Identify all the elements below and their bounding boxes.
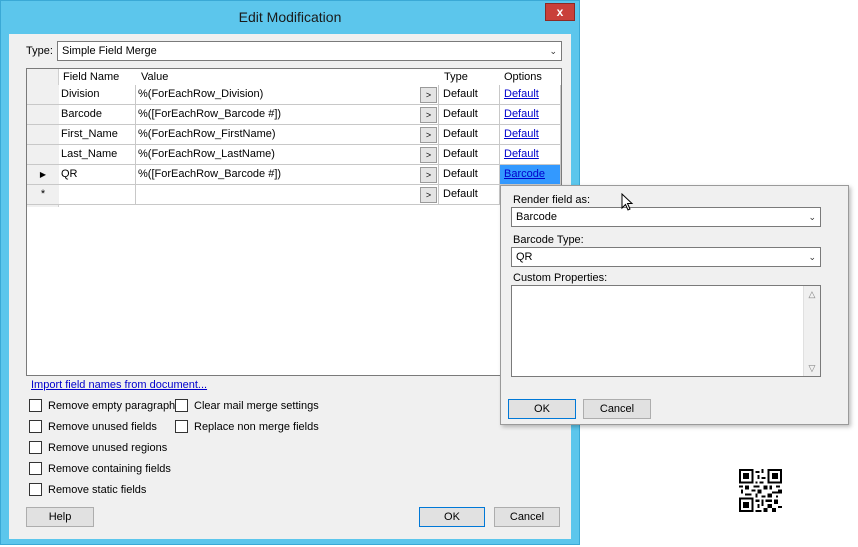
close-icon: x bbox=[556, 5, 564, 19]
current-row-marker-icon: ▶ bbox=[27, 165, 59, 185]
checkbox-box[interactable] bbox=[29, 462, 42, 475]
expand-value-button[interactable]: > bbox=[420, 107, 437, 123]
options-cell-selected[interactable]: Barcode bbox=[500, 165, 561, 185]
render-field-as-select[interactable]: Barcode ⌄ bbox=[511, 207, 821, 227]
type-cell[interactable]: Default bbox=[439, 105, 500, 125]
field-name-cell[interactable]: QR bbox=[59, 165, 136, 185]
type-label: Type: bbox=[26, 45, 53, 57]
checkbox-label: Replace non merge fields bbox=[194, 421, 319, 433]
table-row[interactable]: Last_Name %(ForEachRow_LastName) > Defau… bbox=[27, 145, 561, 165]
barcode-type-select[interactable]: QR ⌄ bbox=[511, 247, 821, 267]
barcode-options-popup: Render field as: Barcode ⌄ Barcode Type:… bbox=[500, 185, 849, 425]
popup-cancel-button[interactable]: Cancel bbox=[583, 399, 651, 419]
barcode-type-label: Barcode Type: bbox=[513, 234, 584, 246]
chevron-down-icon: ⌄ bbox=[808, 252, 816, 262]
vertical-scrollbar[interactable]: △ ▽ bbox=[803, 286, 820, 376]
options-cell[interactable]: Default bbox=[500, 145, 561, 165]
field-name-cell[interactable] bbox=[59, 185, 136, 205]
row-marker bbox=[27, 105, 59, 125]
checkbox-box[interactable] bbox=[29, 483, 42, 496]
help-button[interactable]: Help bbox=[26, 507, 94, 527]
chevron-down-icon: ⌄ bbox=[549, 46, 557, 56]
checkbox-label: Remove containing fields bbox=[48, 463, 171, 475]
field-grid[interactable]: Field Name Value Type Options Division %… bbox=[26, 68, 562, 376]
checkbox-label: Remove empty paragraphs bbox=[48, 400, 181, 412]
chevron-down-icon: ⌄ bbox=[808, 212, 816, 222]
type-select-value: Simple Field Merge bbox=[62, 45, 157, 57]
type-cell[interactable]: Default bbox=[439, 145, 500, 165]
expand-value-button[interactable]: > bbox=[420, 167, 437, 183]
column-header-field-name: Field Name bbox=[63, 71, 120, 83]
type-cell[interactable]: Default bbox=[439, 165, 500, 185]
table-row[interactable]: ▶ QR %([ForEachRow_Barcode #]) > Default… bbox=[27, 165, 561, 185]
field-name-cell[interactable]: First_Name bbox=[59, 125, 136, 145]
close-button[interactable]: x bbox=[545, 3, 575, 21]
row-marker bbox=[27, 125, 59, 145]
barcode-type-value: QR bbox=[516, 251, 533, 263]
row-marker bbox=[27, 85, 59, 105]
options-link[interactable]: Barcode bbox=[504, 168, 545, 180]
table-row[interactable]: First_Name %(ForEachRow_FirstName) > Def… bbox=[27, 125, 561, 145]
options-cell[interactable]: Default bbox=[500, 125, 561, 145]
import-field-names-link[interactable]: Import field names from document... bbox=[31, 379, 207, 391]
checkbox-box[interactable] bbox=[175, 399, 188, 412]
options-link[interactable]: Default bbox=[504, 88, 539, 100]
checkbox-label: Remove static fields bbox=[48, 484, 147, 496]
checkbox-box[interactable] bbox=[29, 399, 42, 412]
popup-ok-button[interactable]: OK bbox=[508, 399, 576, 419]
scroll-down-icon[interactable]: ▽ bbox=[804, 360, 820, 376]
table-row[interactable]: Barcode %([ForEachRow_Barcode #]) > Defa… bbox=[27, 105, 561, 125]
column-header-options: Options bbox=[504, 71, 542, 83]
type-select[interactable]: Simple Field Merge ⌄ bbox=[57, 41, 562, 61]
field-name-cell[interactable]: Barcode bbox=[59, 105, 136, 125]
value-cell[interactable]: %(ForEachRow_FirstName) bbox=[136, 125, 439, 145]
value-cell[interactable]: %(ForEachRow_Division) bbox=[136, 85, 439, 105]
render-field-as-label: Render field as: bbox=[513, 194, 591, 206]
expand-value-button[interactable]: > bbox=[420, 87, 437, 103]
type-cell[interactable]: Default bbox=[439, 85, 500, 105]
column-header-type: Type bbox=[444, 71, 468, 83]
cancel-button[interactable]: Cancel bbox=[494, 507, 560, 527]
checkbox-box[interactable] bbox=[175, 420, 188, 433]
mouse-cursor-icon bbox=[621, 193, 634, 211]
checkbox-box[interactable] bbox=[29, 441, 42, 454]
field-name-cell[interactable]: Division bbox=[59, 85, 136, 105]
window-title: Edit Modification bbox=[238, 9, 342, 25]
options-cell[interactable]: Default bbox=[500, 105, 561, 125]
new-row-marker-icon: * bbox=[27, 185, 59, 205]
new-row[interactable]: * > Default bbox=[27, 185, 561, 205]
checkbox-label: Clear mail merge settings bbox=[194, 400, 319, 412]
scroll-up-icon[interactable]: △ bbox=[804, 286, 820, 302]
column-header-value: Value bbox=[141, 71, 169, 83]
ok-button[interactable]: OK bbox=[419, 507, 485, 527]
expand-value-button[interactable]: > bbox=[420, 127, 437, 143]
checkbox-box[interactable] bbox=[29, 420, 42, 433]
table-row[interactable]: Division %(ForEachRow_Division) > Defaul… bbox=[27, 85, 561, 105]
type-cell[interactable]: Default bbox=[439, 185, 500, 205]
field-name-cell[interactable]: Last_Name bbox=[59, 145, 136, 165]
qr-code-image bbox=[739, 469, 782, 512]
checkbox-label: Remove unused fields bbox=[48, 421, 157, 433]
options-link[interactable]: Default bbox=[504, 128, 539, 140]
custom-properties-label: Custom Properties: bbox=[513, 272, 608, 284]
value-cell[interactable]: %(ForEachRow_LastName) bbox=[136, 145, 439, 165]
type-cell[interactable]: Default bbox=[439, 125, 500, 145]
value-cell[interactable] bbox=[136, 185, 439, 205]
value-cell[interactable]: %([ForEachRow_Barcode #]) bbox=[136, 105, 439, 125]
options-link[interactable]: Default bbox=[504, 108, 539, 120]
render-field-as-value: Barcode bbox=[516, 211, 557, 223]
expand-value-button[interactable]: > bbox=[420, 187, 437, 203]
value-cell[interactable]: %([ForEachRow_Barcode #]) bbox=[136, 165, 439, 185]
options-link[interactable]: Default bbox=[504, 148, 539, 160]
checkbox-label: Remove unused regions bbox=[48, 442, 168, 454]
options-cell[interactable]: Default bbox=[500, 85, 561, 105]
row-marker bbox=[27, 145, 59, 165]
expand-value-button[interactable]: > bbox=[420, 147, 437, 163]
custom-properties-textarea[interactable]: △ ▽ bbox=[511, 285, 821, 377]
